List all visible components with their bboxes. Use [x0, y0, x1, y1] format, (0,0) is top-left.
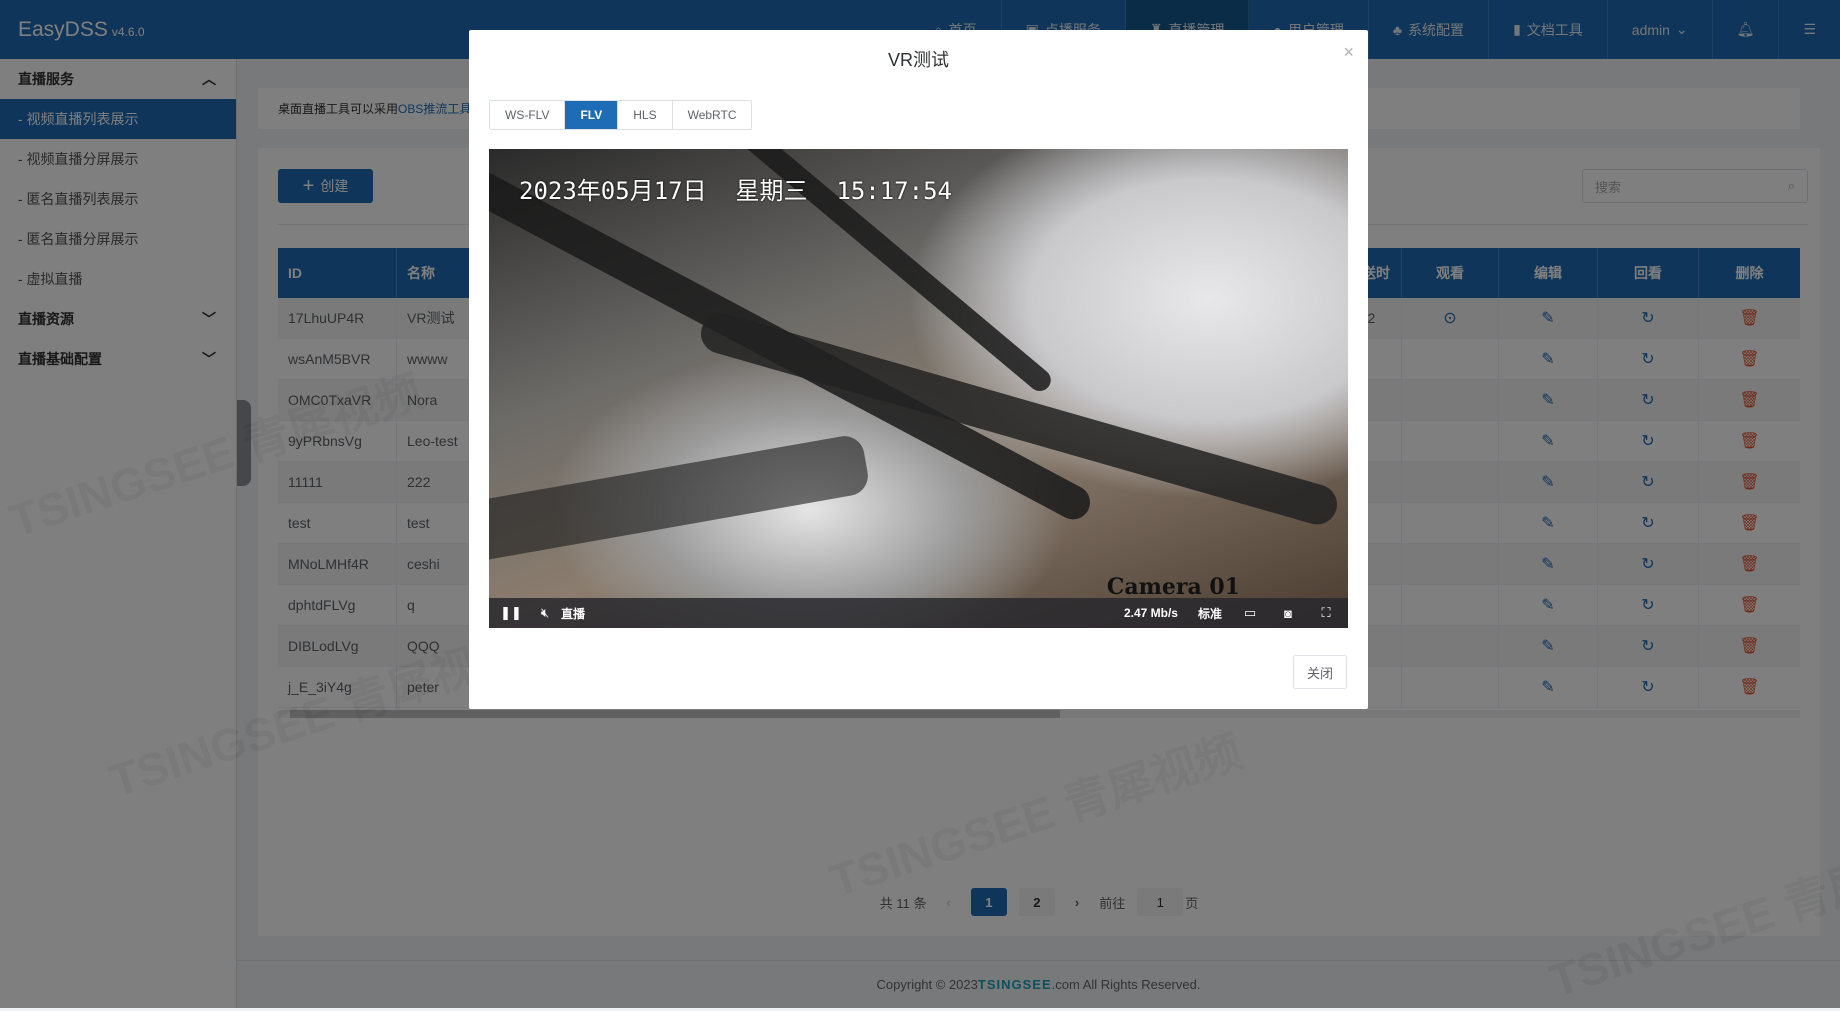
- mute-icon[interactable]: 🔇︎: [535, 603, 555, 623]
- player-controls: ❚❚ 🔇︎ 直播 2.47 Mb/s 标准 ▭ ◙ ⛶: [489, 598, 1348, 628]
- video-frame-cable: [489, 432, 872, 566]
- video-timestamp: 2023年05月17日 星期三 15:17:54: [519, 177, 952, 205]
- tab-flv[interactable]: FLV: [565, 101, 619, 129]
- pause-icon[interactable]: ❚❚: [500, 603, 522, 623]
- live-label: 直播: [561, 606, 586, 621]
- record-icon[interactable]: ▭: [1240, 603, 1260, 623]
- modal-title: VR测试: [887, 50, 949, 70]
- close-button[interactable]: 关闭: [1293, 655, 1347, 689]
- protocol-tabs: WS-FLV FLV HLS WebRTC: [489, 100, 753, 130]
- quality-selector[interactable]: 标准: [1198, 605, 1222, 622]
- bitrate: 2.47 Mb/s: [1123, 606, 1178, 620]
- player-modal: VR测试 × WS-FLV FLV HLS WebRTC 2023年05月17日…: [469, 30, 1368, 709]
- video-camera-label: Camera 01: [1106, 574, 1240, 600]
- close-icon[interactable]: ×: [1343, 42, 1354, 63]
- tab-webrtc[interactable]: WebRTC: [673, 101, 752, 129]
- camera-snapshot-icon[interactable]: ◙: [1278, 603, 1298, 623]
- tab-ws-flv[interactable]: WS-FLV: [490, 101, 566, 129]
- video-player[interactable]: 2023年05月17日 星期三 15:17:54 Camera 01 ❚❚ 🔇︎…: [489, 149, 1348, 628]
- fullscreen-icon[interactable]: ⛶: [1316, 603, 1336, 623]
- tab-hls[interactable]: HLS: [618, 101, 673, 129]
